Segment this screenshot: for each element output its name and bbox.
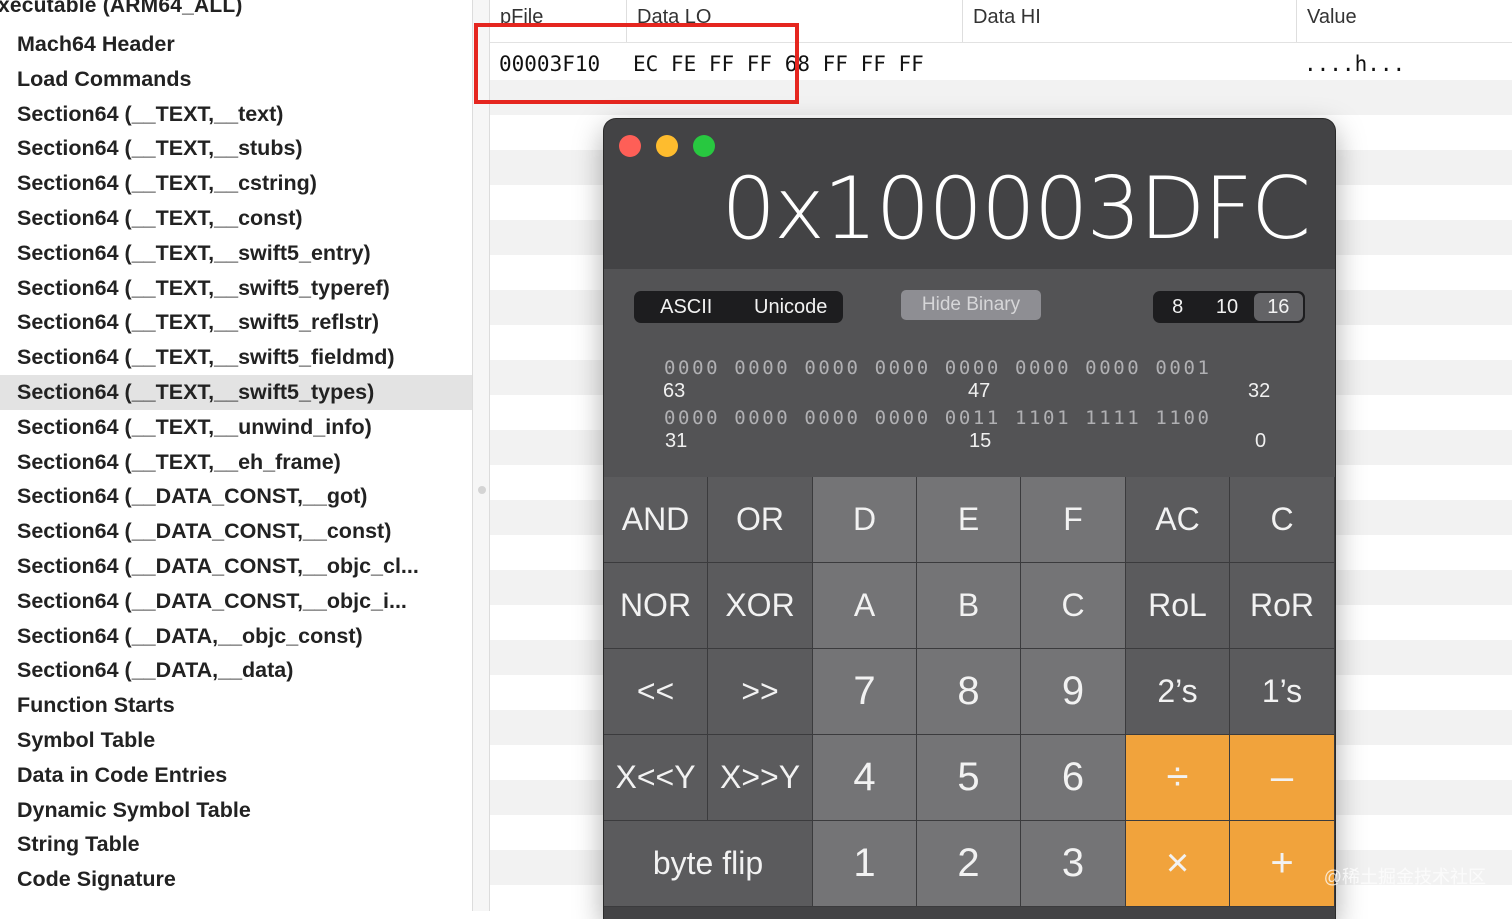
- sidebar-item-swift5-reflstr[interactable]: Section64 (__TEXT,__swift5_reflstr): [0, 305, 472, 340]
- base-10-button[interactable]: 10: [1202, 291, 1251, 323]
- digit-8-button[interactable]: 8: [917, 649, 1021, 735]
- sidebar-item-swift5-types[interactable]: Section64 (__TEXT,__swift5_types): [0, 374, 472, 410]
- keypad: AND OR D E F AC C NOR XOR A B C RoL RoR …: [604, 477, 1335, 919]
- sidebar-item-dynamic-symbol-table[interactable]: Dynamic Symbol Table: [0, 793, 472, 828]
- sidebar-item-symbol-table[interactable]: Symbol Table: [0, 723, 472, 758]
- close-button[interactable]: [619, 135, 641, 157]
- sidebar-item-text-text[interactable]: Section64 (__TEXT,__text): [0, 97, 472, 132]
- twos-complement-button[interactable]: 2’s: [1126, 649, 1230, 735]
- all-clear-button[interactable]: AC: [1126, 477, 1230, 563]
- sidebar-item-text-stubs[interactable]: Section64 (__TEXT,__stubs): [0, 131, 472, 166]
- binary-bits-high[interactable]: 0000 0000 0000 0000 0000 0000 0000 0001: [664, 357, 1212, 379]
- watermark: @稀土掘金技术社区: [1323, 867, 1486, 887]
- sidebar-item-text-const[interactable]: Section64 (__TEXT,__const): [0, 201, 472, 236]
- sidebar-item-data-const-const[interactable]: Section64 (__DATA_CONST,__const): [0, 514, 472, 549]
- sidebar-item-code-signature[interactable]: Code Signature: [0, 862, 472, 897]
- sidebar-item-string-table[interactable]: String Table: [0, 827, 472, 862]
- digit-1-button[interactable]: 1: [813, 821, 917, 907]
- split-view-divider[interactable]: [472, 0, 490, 911]
- encoding-segmented-control: ASCII Unicode: [634, 291, 843, 323]
- file-title[interactable]: xecutable (ARM64_ALL): [0, 0, 243, 18]
- digit-4-button[interactable]: 4: [813, 735, 917, 821]
- sidebar-item-data-const-got[interactable]: Section64 (__DATA_CONST,__got): [0, 479, 472, 514]
- multiply-button[interactable]: ×: [1126, 821, 1230, 907]
- bit-index-0: 0: [1255, 430, 1267, 452]
- nor-button[interactable]: NOR: [604, 563, 708, 649]
- column-header-data-hi[interactable]: Data HI: [962, 0, 1296, 42]
- sidebar-item-unwind-info[interactable]: Section64 (__TEXT,__unwind_info): [0, 410, 472, 445]
- bit-index-47: 47: [968, 380, 991, 402]
- minus-button[interactable]: –: [1230, 735, 1335, 821]
- hide-binary-button[interactable]: Hide Binary: [901, 290, 1041, 320]
- column-header-value[interactable]: Value: [1296, 0, 1512, 42]
- digit-7-button[interactable]: 7: [813, 649, 917, 735]
- zoom-button[interactable]: [693, 135, 715, 157]
- sidebar-item-objc-classlist[interactable]: Section64 (__DATA_CONST,__objc_cl...: [0, 549, 472, 584]
- sidebar-item-swift5-typeref[interactable]: Section64 (__TEXT,__swift5_typeref): [0, 271, 472, 306]
- bit-index-32: 32: [1248, 380, 1271, 402]
- bit-index-31: 31: [665, 430, 688, 452]
- calculator-window: 0x100003DFC ASCII Unicode Hide Binary 8 …: [604, 119, 1335, 919]
- hex-c-button[interactable]: C: [1021, 563, 1126, 649]
- sidebar-item-function-starts[interactable]: Function Starts: [0, 688, 472, 723]
- cell-value: ....h...: [1304, 52, 1406, 76]
- clear-button[interactable]: C: [1230, 477, 1335, 563]
- rotate-right-button[interactable]: RoR: [1230, 563, 1335, 649]
- programmer-controls: ASCII Unicode Hide Binary 8 10 16 0000 0…: [604, 269, 1335, 477]
- sidebar-item-eh-frame[interactable]: Section64 (__TEXT,__eh_frame): [0, 445, 472, 480]
- bit-index-15: 15: [969, 430, 992, 452]
- hex-f-button[interactable]: F: [1021, 477, 1126, 563]
- ascii-button[interactable]: ASCII: [634, 291, 739, 323]
- binary-bits-low[interactable]: 0000 0000 0000 0000 0011 1101 1111 1100: [664, 407, 1212, 429]
- sidebar-item-swift5-entry[interactable]: Section64 (__TEXT,__swift5_entry): [0, 236, 472, 271]
- hex-b-button[interactable]: B: [917, 563, 1021, 649]
- digit-5-button[interactable]: 5: [917, 735, 1021, 821]
- base-8-button[interactable]: 8: [1153, 291, 1202, 323]
- x-shift-right-y-button[interactable]: X>>Y: [708, 735, 813, 821]
- and-button[interactable]: AND: [604, 477, 708, 563]
- sidebar-item-data-data[interactable]: Section64 (__DATA,__data): [0, 653, 472, 688]
- xor-button[interactable]: XOR: [708, 563, 813, 649]
- shift-right-button[interactable]: >>: [708, 649, 813, 735]
- hex-d-button[interactable]: D: [813, 477, 917, 563]
- plus-button[interactable]: +: [1230, 821, 1335, 907]
- bit-index-63: 63: [663, 380, 686, 402]
- sidebar-item-swift5-fieldmd[interactable]: Section64 (__TEXT,__swift5_fieldmd): [0, 340, 472, 375]
- divide-button[interactable]: ÷: [1126, 735, 1230, 821]
- digit-3-button[interactable]: 3: [1021, 821, 1126, 907]
- minimize-button[interactable]: [656, 135, 678, 157]
- sidebar-item-data-in-code[interactable]: Data in Code Entries: [0, 758, 472, 793]
- x-shift-left-y-button[interactable]: X<<Y: [604, 735, 708, 821]
- unicode-button[interactable]: Unicode: [739, 291, 844, 323]
- sidebar-item-load-commands[interactable]: Load Commands: [0, 62, 472, 97]
- divider-handle[interactable]: [478, 486, 486, 494]
- sidebar-item-objc-imageinfo[interactable]: Section64 (__DATA_CONST,__objc_i...: [0, 584, 472, 619]
- annotation-highlight-box: [474, 23, 799, 104]
- rotate-left-button[interactable]: RoL: [1126, 563, 1230, 649]
- sidebar-item-data-objc-const[interactable]: Section64 (__DATA,__objc_const): [0, 619, 472, 654]
- hex-e-button[interactable]: E: [917, 477, 1021, 563]
- hex-a-button[interactable]: A: [813, 563, 917, 649]
- sidebar-item-text-cstring[interactable]: Section64 (__TEXT,__cstring): [0, 166, 472, 201]
- digit-6-button[interactable]: 6: [1021, 735, 1126, 821]
- base-segmented-control: 8 10 16: [1153, 291, 1305, 323]
- or-button[interactable]: OR: [708, 477, 813, 563]
- sidebar-outline: xecutable (ARM64_ALL) Mach64 Header Load…: [0, 0, 472, 911]
- shift-left-button[interactable]: <<: [604, 649, 708, 735]
- calculator-display: 0x100003DFC: [721, 159, 1311, 259]
- digit-2-button[interactable]: 2: [917, 821, 1021, 907]
- base-16-button[interactable]: 16: [1253, 293, 1303, 321]
- digit-9-button[interactable]: 9: [1021, 649, 1126, 735]
- sidebar-item-mach64-header[interactable]: Mach64 Header: [0, 27, 472, 62]
- ones-complement-button[interactable]: 1’s: [1230, 649, 1335, 735]
- byte-flip-button[interactable]: byte flip: [604, 821, 813, 907]
- outline-list: Mach64 Header Load Commands Section64 (_…: [0, 27, 472, 897]
